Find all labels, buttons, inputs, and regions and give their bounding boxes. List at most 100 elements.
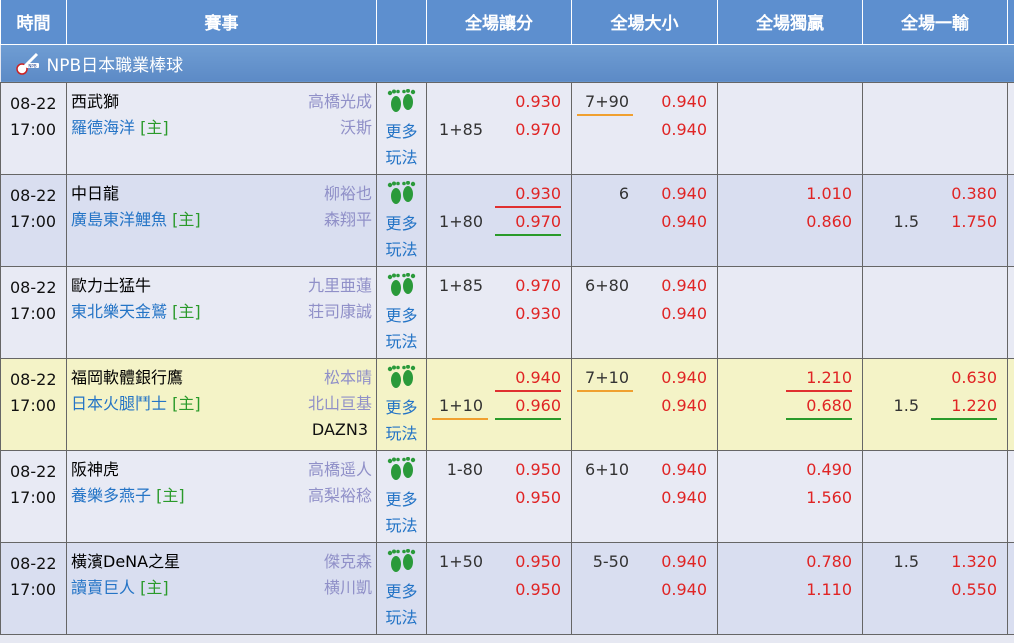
header-time: 時間: [0, 0, 67, 44]
row-edge: [1007, 173, 1014, 267]
odds-price[interactable]: 1.010: [790, 184, 856, 203]
match-teams-cell: 橫濱DeNA之星 傑克森 讀賣巨人 [主] 横川凱: [66, 541, 377, 635]
home-tag: [主]: [172, 301, 201, 321]
away-team[interactable]: 橫濱DeNA之星: [71, 549, 180, 575]
away-pitcher: 柳裕也: [323, 183, 372, 203]
more-bets-cell[interactable]: 更多玩法: [376, 81, 427, 175]
odds-price[interactable]: 0.940: [645, 368, 711, 387]
home-team[interactable]: 廣島東洋鯉魚: [71, 210, 167, 229]
odds-cell-ou: 6 0.940 0.940: [571, 173, 718, 267]
odds-price[interactable]: 0.930: [499, 184, 565, 203]
odds-cell-ou: 7+10 0.940 0.940: [571, 357, 718, 451]
home-team[interactable]: 東北樂天金鷲: [71, 302, 167, 321]
odds-price[interactable]: 1.220: [935, 396, 1001, 415]
odds-price[interactable]: 0.950: [499, 460, 565, 479]
home-tag: [主]: [140, 577, 169, 597]
odds-cell-ou: 6+10 0.940 0.940: [571, 449, 718, 543]
home-team[interactable]: 羅德海洋: [71, 118, 135, 137]
more-bets-link[interactable]: 更多玩法: [382, 579, 422, 631]
odds-price[interactable]: 0.950: [499, 580, 565, 599]
odds-price[interactable]: 0.940: [645, 488, 711, 507]
odds-price[interactable]: 0.940: [645, 580, 711, 599]
more-bets-cell[interactable]: 更多玩法: [376, 541, 427, 635]
match-teams-cell: 歐力士猛牛 九里亜蓮 東北樂天金鷲 [主] 荘司康誠: [66, 265, 377, 359]
odds-cell-ml: [717, 81, 863, 175]
more-bets-cell[interactable]: 更多玩法: [376, 449, 427, 543]
more-bets-link[interactable]: 更多玩法: [382, 303, 422, 355]
odds-cell-ol: 0.630 1.5 1.220: [862, 357, 1008, 451]
odds-price[interactable]: 1.320: [935, 552, 1001, 571]
away-team[interactable]: 中日龍: [71, 181, 119, 207]
header-event: 賽事: [66, 0, 377, 44]
more-bets-link[interactable]: 更多玩法: [382, 487, 422, 539]
home-team[interactable]: 日本火腿鬥士: [71, 394, 167, 413]
odds-price[interactable]: 0.940: [645, 212, 711, 231]
match-time: 17:00: [10, 395, 57, 415]
match-time-cell: 08-22 17:00: [0, 449, 67, 543]
odds-price[interactable]: 0.970: [499, 120, 565, 139]
odds-price[interactable]: 0.970: [499, 212, 565, 231]
header-row: 時間 賽事 全場讓分 全場大小 全場獨贏 全場一輸: [0, 0, 1014, 44]
odds-price[interactable]: 0.940: [499, 368, 565, 387]
odds-line: 7+10: [585, 368, 629, 387]
more-bets-cell[interactable]: 更多玩法: [376, 357, 427, 451]
odds-price[interactable]: 0.940: [645, 304, 711, 323]
odds-price[interactable]: 0.940: [645, 184, 711, 203]
more-bets-link[interactable]: 更多玩法: [382, 119, 422, 171]
more-bets-link[interactable]: 更多玩法: [382, 395, 422, 447]
odds-line: 1-80: [446, 460, 483, 479]
odds-line: 1+50: [439, 552, 483, 571]
odds-price[interactable]: 0.930: [499, 304, 565, 323]
odds-price[interactable]: 0.940: [645, 92, 711, 111]
odds-line: 6+80: [585, 276, 629, 295]
odds-cell-hc: 1-80 0.950 0.950: [426, 449, 572, 543]
odds-price[interactable]: 1.110: [790, 580, 856, 599]
odds-price[interactable]: 0.630: [935, 368, 1001, 387]
odds-underline: [495, 233, 561, 236]
odds-price[interactable]: 0.940: [645, 460, 711, 479]
away-pitcher: 傑克森: [323, 551, 372, 571]
odds-price[interactable]: 0.950: [499, 488, 565, 507]
odds-price[interactable]: 0.940: [645, 276, 711, 295]
header-blank: [376, 0, 427, 44]
more-bets-link[interactable]: 更多玩法: [382, 211, 422, 263]
odds-price[interactable]: 1.210: [790, 368, 856, 387]
row-edge: [1007, 357, 1014, 451]
odds-price[interactable]: 0.550: [935, 580, 1001, 599]
match-teams-cell: 福岡軟體銀行鷹 松本晴 日本火腿鬥士 [主] 北山亘基 DAZN3: [66, 357, 377, 451]
league-row[interactable]: NPB NPB日本職業棒球: [0, 43, 1014, 82]
odds-cell-ou: 6+80 0.940 0.940: [571, 265, 718, 359]
away-team[interactable]: 西武獅: [71, 89, 119, 115]
home-team[interactable]: 養樂多燕子: [71, 486, 151, 505]
odds-price[interactable]: 0.860: [790, 212, 856, 231]
tv-channel: DAZN3: [311, 419, 368, 439]
home-tag: [主]: [156, 485, 185, 505]
away-team[interactable]: 阪神虎: [71, 457, 119, 483]
odds-price[interactable]: 0.950: [499, 552, 565, 571]
odds-price[interactable]: 0.960: [499, 396, 565, 415]
match-time-cell: 08-22 17:00: [0, 173, 67, 267]
footprints-icon: [387, 364, 415, 388]
odds-price[interactable]: 0.940: [645, 552, 711, 571]
away-pitcher: 高橋遥人: [307, 459, 372, 479]
odds-price[interactable]: 0.780: [790, 552, 856, 571]
odds-price[interactable]: 0.380: [935, 184, 1001, 203]
home-pitcher: 荘司康誠: [307, 301, 372, 321]
match-time: 17:00: [10, 487, 57, 507]
odds-line: 1+85: [439, 276, 483, 295]
home-team[interactable]: 讀賣巨人: [71, 578, 135, 597]
away-team[interactable]: 歐力士猛牛: [71, 273, 151, 299]
odds-price[interactable]: 0.930: [499, 92, 565, 111]
odds-price[interactable]: 0.940: [645, 120, 711, 139]
odds-price[interactable]: 0.490: [790, 460, 856, 479]
away-team[interactable]: 福岡軟體銀行鷹: [71, 365, 183, 391]
more-bets-cell[interactable]: 更多玩法: [376, 265, 427, 359]
odds-price[interactable]: 1.750: [935, 212, 1001, 231]
odds-price[interactable]: 0.940: [645, 396, 711, 415]
odds-price[interactable]: 0.970: [499, 276, 565, 295]
odds-price[interactable]: 1.560: [790, 488, 856, 507]
more-bets-cell[interactable]: 更多玩法: [376, 173, 427, 267]
odds-cell-ml: 1.210 0.680: [717, 357, 863, 451]
odds-price[interactable]: 0.680: [790, 396, 856, 415]
odds-cell-hc: 0.930 1+80 0.970: [426, 173, 572, 267]
